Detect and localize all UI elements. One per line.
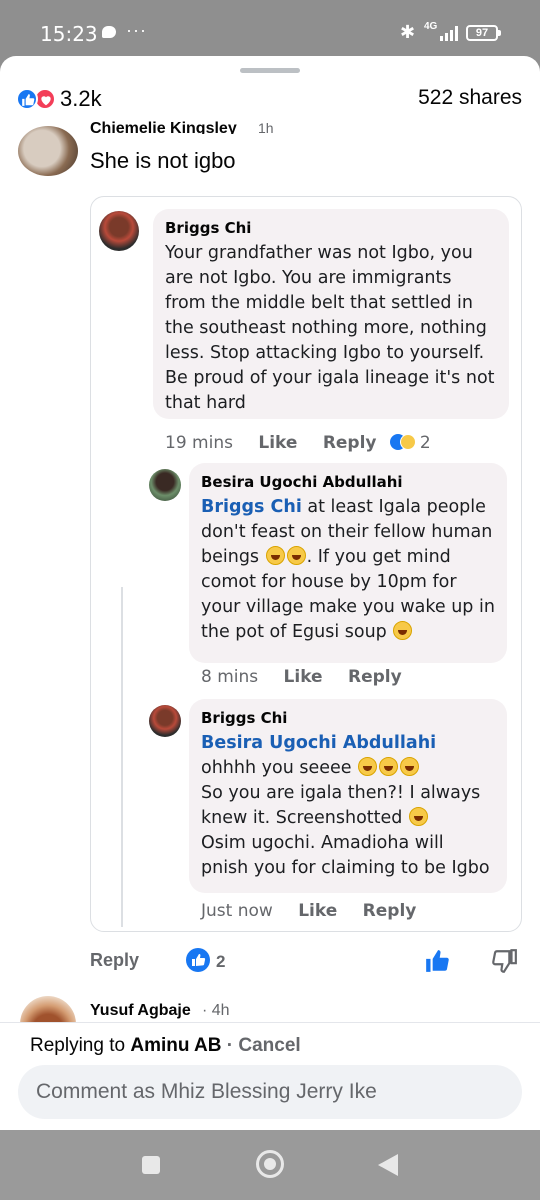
laughing-emoji-icon	[358, 757, 378, 776]
mention-link[interactable]: Besira Ugochi Abdullahi	[201, 733, 436, 753]
reply-time: Just now	[201, 901, 273, 921]
grinning-emoji-icon	[265, 546, 285, 565]
compose-area: Replying to Aminu AB · Cancel Comment as…	[0, 1022, 540, 1130]
reply-actions: Just now Like Reply	[201, 901, 436, 921]
status-time: 15:23	[40, 22, 98, 46]
shares-count[interactable]: 522 shares	[418, 86, 522, 110]
like-button[interactable]: Like	[298, 901, 337, 921]
replying-to-name: Aminu AB	[130, 1035, 222, 1056]
comment-text: She is not igbo	[90, 148, 236, 173]
reply-button[interactable]: Reply	[323, 433, 377, 453]
replying-to-banner: Replying to Aminu AB · Cancel	[30, 1035, 301, 1057]
comment-time: 1h	[258, 120, 274, 136]
reply-button[interactable]: Reply	[363, 901, 417, 921]
battery-icon: 97	[466, 25, 501, 41]
reply-text: Your grandfather was not Igbo, you are n…	[165, 243, 495, 413]
thumbs-up-icon[interactable]	[424, 948, 450, 974]
reply-bubble: Briggs Chi Your grandfather was not Igbo…	[153, 209, 509, 419]
like-button[interactable]: Like	[258, 433, 297, 453]
avatar[interactable]	[149, 705, 181, 737]
like-reaction-icon	[186, 948, 210, 972]
comment-actions: Reply 2	[0, 944, 540, 984]
system-nav-bar	[0, 1130, 540, 1200]
network-type: 4G	[424, 21, 438, 32]
cancel-reply-button[interactable]: · Cancel	[221, 1035, 301, 1056]
reply-button[interactable]: Reply	[90, 950, 139, 971]
signal-icon	[440, 26, 458, 41]
home-icon[interactable]	[256, 1150, 284, 1178]
reply-bubble: Briggs Chi Besira Ugochi Abdullahi ohhhh…	[189, 699, 507, 893]
bluetooth-icon: ✱	[400, 22, 416, 42]
reply-time: 19 mins	[165, 433, 233, 453]
reply-bubble: Besira Ugochi Abdullahi Briggs Chi at le…	[189, 463, 507, 663]
comment-author[interactable]: Yusuf Agbaje	[90, 1002, 191, 1020]
reply-text-part: ohhhh you seeee	[201, 758, 352, 778]
reply-author[interactable]: Briggs Chi	[165, 219, 497, 237]
mention-link[interactable]: Briggs Chi	[201, 497, 302, 517]
recents-icon[interactable]	[142, 1156, 160, 1174]
message-icon	[102, 26, 116, 38]
avatar[interactable]	[99, 211, 139, 251]
reply-text-part: So you are igala then?! I always knew it…	[201, 783, 481, 828]
replying-label: Replying to	[30, 1035, 131, 1056]
comment-author[interactable]: Chiemelie Kingsley	[90, 114, 237, 134]
thumbs-down-icon[interactable]	[492, 948, 518, 974]
drag-handle[interactable]	[240, 68, 300, 73]
reply-button[interactable]: Reply	[348, 667, 402, 687]
avatar[interactable]	[18, 126, 78, 176]
like-reaction-icon	[16, 88, 38, 110]
like-count[interactable]: 2	[216, 952, 225, 972]
avatar[interactable]	[149, 469, 181, 501]
comments-sheet: 3.2k 522 shares Chiemelie Kingsley 1h Sh…	[0, 56, 540, 1130]
reply-text: Briggs Chi at least Igala people don't f…	[201, 495, 495, 645]
rofl-emoji-icon	[408, 807, 428, 826]
reply-author[interactable]: Besira Ugochi Abdullahi	[201, 473, 495, 491]
reply-time: 8 mins	[201, 667, 259, 687]
reply-actions: 8 mins Like Reply	[201, 667, 422, 687]
reply-text: Besira Ugochi Abdullahi ohhhh you seeee …	[201, 731, 495, 881]
reaction-count: 2	[419, 433, 431, 453]
grinning-emoji-icon	[286, 546, 306, 565]
reactions-summary[interactable]: 3.2k 522 shares	[16, 86, 522, 114]
comment-time: · 4h	[202, 1002, 230, 1019]
haha-reaction-icon	[399, 434, 416, 450]
laughing-emoji-icon	[379, 757, 399, 776]
reply-text-part: Osim ugochi. Amadioha will pnish you for…	[201, 833, 490, 878]
reactions-count: 3.2k	[60, 86, 102, 111]
reply-author[interactable]: Briggs Chi	[201, 709, 495, 727]
laughing-emoji-icon	[400, 757, 420, 776]
comment-input[interactable]: Comment as Mhiz Blessing Jerry Ike	[18, 1065, 522, 1119]
more-notifications-icon: ···	[126, 20, 147, 40]
laughing-emoji-icon	[393, 621, 413, 640]
reply-actions: 19 mins Like Reply 2	[165, 433, 451, 453]
like-button[interactable]: Like	[284, 667, 323, 687]
reaction-summary[interactable]: 2	[389, 433, 431, 453]
shared-replies-card: Briggs Chi Your grandfather was not Igbo…	[90, 196, 522, 932]
back-icon[interactable]	[378, 1154, 398, 1176]
thread-connector	[121, 587, 123, 927]
